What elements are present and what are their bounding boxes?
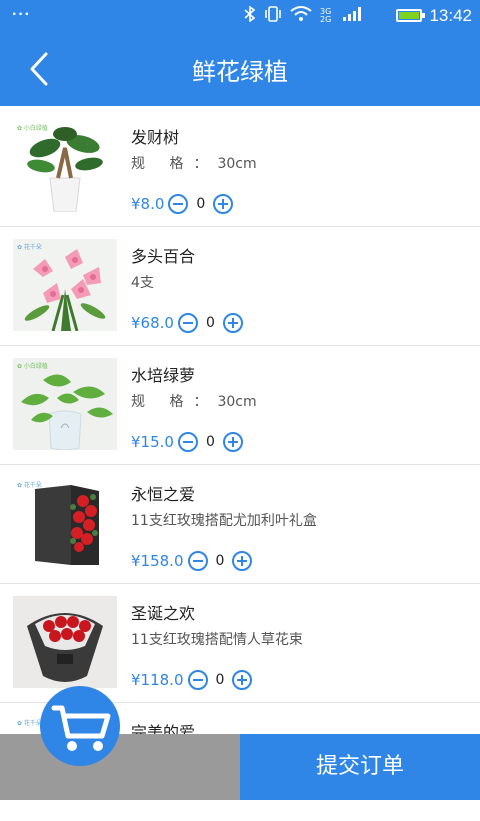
cart-button[interactable] <box>40 686 120 766</box>
product-item[interactable]: ✿ 花千朵 多头百合 4支 ¥68.0 0 <box>0 227 480 346</box>
product-item[interactable]: ✿ 小白绿植 发财树 规 格：30cm ¥8.0 0 <box>0 108 480 227</box>
minus-icon[interactable] <box>187 670 208 690</box>
product-price: ¥15.0 <box>131 433 174 451</box>
quantity-value: 0 <box>205 315 215 331</box>
submit-order-button[interactable]: 提交订单 <box>240 734 480 800</box>
price-quantity-row: ¥68.0 0 <box>131 311 243 335</box>
plus-icon[interactable] <box>213 194 234 214</box>
price-quantity-row: ¥15.0 0 <box>131 430 243 454</box>
plus-icon[interactable] <box>222 432 243 452</box>
svg-text:✿ 花千朵: ✿ 花千朵 <box>17 719 42 727</box>
product-spec: 11支红玫瑰搭配情人草花束 <box>131 632 303 648</box>
page-title: 鲜花绿植 <box>192 58 288 86</box>
title-bar: 鲜花绿植 <box>0 32 480 106</box>
quantity-value: 0 <box>205 434 215 450</box>
svg-text:✿ 花千朵: ✿ 花千朵 <box>17 243 42 251</box>
product-spec: 规 格：30cm <box>131 394 257 410</box>
product-name: 永恒之爱 <box>131 485 196 504</box>
network-type-label: 3G 2G <box>320 7 332 24</box>
product-name: 发财树 <box>131 128 180 147</box>
cart-icon <box>51 705 111 751</box>
product-price: ¥68.0 <box>131 314 174 332</box>
signal-icon <box>342 6 362 27</box>
product-name: 水培绿萝 <box>131 366 196 385</box>
price-quantity-row: ¥8.0 0 <box>131 192 234 216</box>
minus-icon[interactable] <box>187 551 208 571</box>
svg-text:✿ 小白绿植: ✿ 小白绿植 <box>17 124 48 132</box>
product-image-rose-bouquet <box>13 596 117 688</box>
plus-icon[interactable] <box>222 313 243 333</box>
battery-icon <box>396 9 425 22</box>
plus-icon[interactable] <box>232 551 253 571</box>
product-item[interactable]: ✿ 花千朵 永恒之爱 11支红玫瑰搭配尤加利叶礼盒 ¥158.0 0 <box>0 465 480 584</box>
product-name: 多头百合 <box>131 247 196 266</box>
bluetooth-icon <box>244 4 256 27</box>
product-spec: 11支红玫瑰搭配尤加利叶礼盒 <box>131 513 317 529</box>
minus-icon[interactable] <box>168 194 189 214</box>
price-quantity-row: ¥118.0 0 <box>131 668 253 692</box>
cart-summary-area[interactable] <box>0 734 240 800</box>
product-spec: 4支 <box>131 275 154 291</box>
plus-icon[interactable] <box>232 670 253 690</box>
status-icons: 3G 2G <box>244 4 362 27</box>
minus-icon[interactable] <box>177 313 198 333</box>
product-image-lily: ✿ 花千朵 <box>13 239 117 331</box>
clock: 13:42 <box>429 6 472 25</box>
product-image-rose-box: ✿ 花千朵 <box>13 477 117 569</box>
product-item[interactable]: ✿ 小白绿植 水培绿萝 规 格：30cm ¥15.0 0 <box>0 346 480 465</box>
product-image-pothos: ✿ 小白绿植 <box>13 358 117 450</box>
quantity-value: 0 <box>215 672 225 688</box>
product-image-money-tree: ✿ 小白绿植 <box>13 120 117 212</box>
product-spec: 规 格：30cm <box>131 156 257 172</box>
wifi-icon <box>290 5 312 27</box>
quantity-value: 0 <box>215 553 225 569</box>
status-bar: ··· 3G 2G 13:42 <box>0 0 480 32</box>
svg-text:✿ 花千朵: ✿ 花千朵 <box>17 481 42 489</box>
menu-dots: ··· <box>12 6 31 23</box>
product-price: ¥118.0 <box>131 671 184 689</box>
price-quantity-row: ¥158.0 0 <box>131 549 253 573</box>
minus-icon[interactable] <box>177 432 198 452</box>
product-price: ¥8.0 <box>131 195 165 213</box>
vibrate-icon <box>264 5 282 27</box>
quantity-value: 0 <box>196 196 206 212</box>
product-price: ¥158.0 <box>131 552 184 570</box>
svg-text:✿ 小白绿植: ✿ 小白绿植 <box>17 362 48 370</box>
product-name: 圣诞之欢 <box>131 604 196 623</box>
